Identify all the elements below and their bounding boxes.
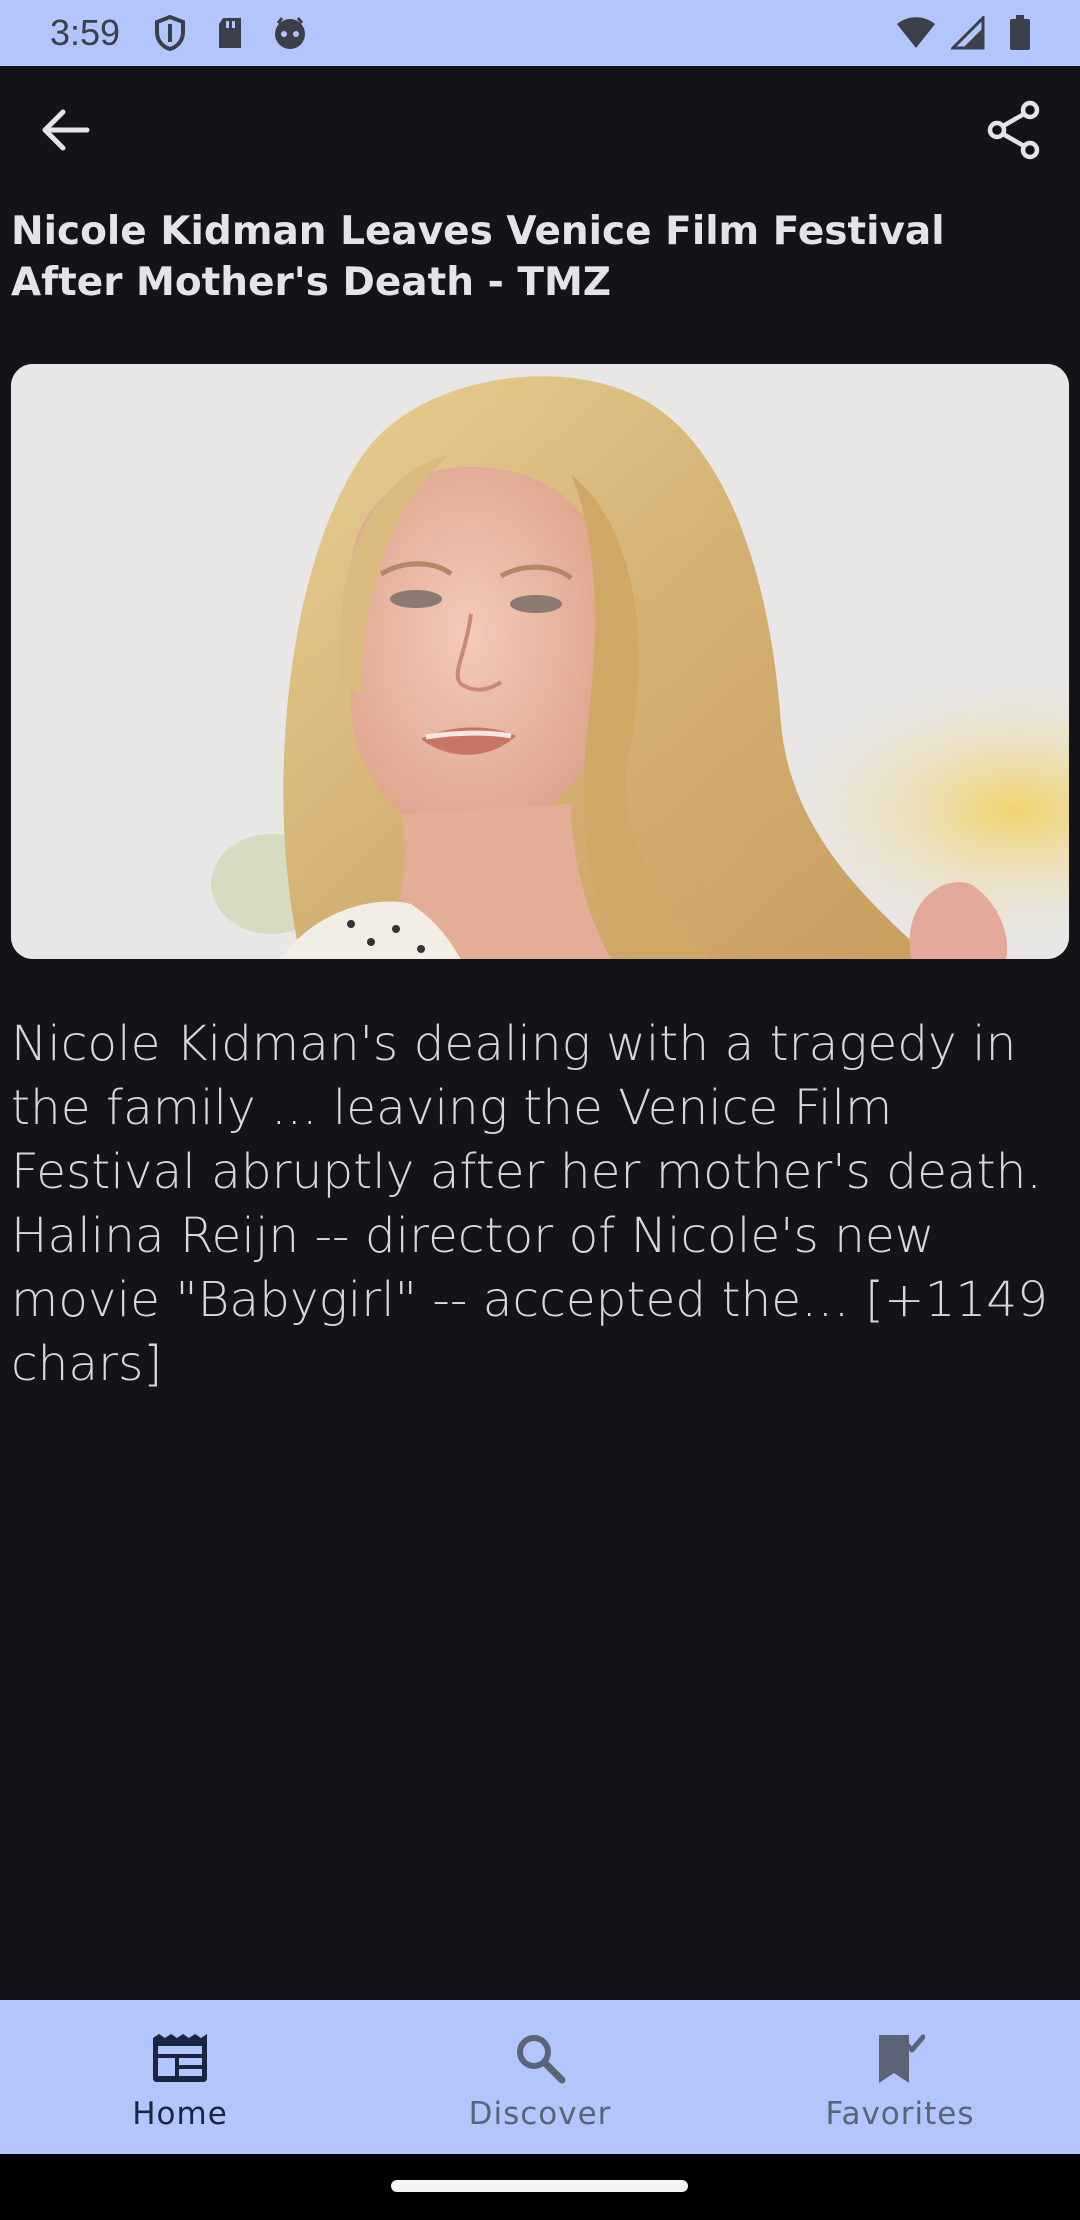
article-image [11,364,1069,959]
nav-item-discover[interactable]: Discover [360,2000,720,2154]
share-icon [986,100,1042,164]
status-icons-right [896,13,1040,53]
bookmark-check-icon [870,2028,930,2088]
status-bar: 3:59 [0,0,1080,66]
article-photo [11,364,1069,959]
newspaper-icon [150,2028,210,2088]
battery-icon [1000,13,1040,53]
back-button[interactable] [30,96,102,168]
status-time: 3:59 [50,12,121,53]
article-body: Nicole Kidman's dealing with a tragedy i… [11,1016,1048,1392]
face-icon [270,13,310,53]
article-title: Nicole Kidman Leaves Venice Film Festiva… [11,209,945,305]
nav-item-home[interactable]: Home [0,2000,360,2154]
shield-icon [150,13,190,53]
search-icon [510,2028,570,2088]
nav-label-favorites: Favorites [825,2096,975,2132]
gesture-navigation-area [0,2154,1080,2220]
share-button[interactable] [978,96,1050,168]
bottom-navigation: Home Discover Favorites [0,2000,1080,2154]
app-bar [0,66,1080,198]
status-icons-left [150,13,310,53]
arrow-back-icon [41,108,91,156]
signal-icon [948,13,988,53]
sd-card-icon [210,13,250,53]
nav-item-favorites[interactable]: Favorites [720,2000,1080,2154]
wifi-icon [896,13,936,53]
gesture-handle[interactable] [391,2180,688,2192]
nav-label-discover: Discover [468,2096,612,2132]
nav-label-home: Home [132,2096,228,2132]
